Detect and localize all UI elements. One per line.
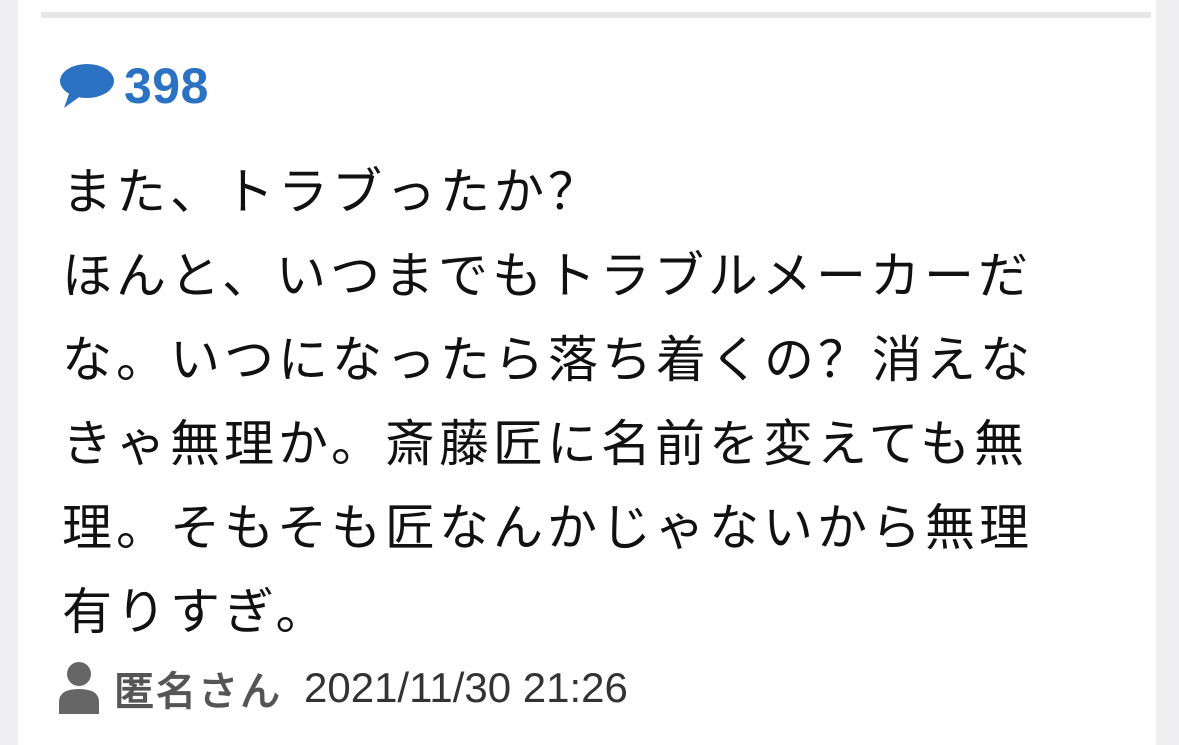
speech-bubble-icon (58, 61, 116, 111)
comment-line: な。いつになったら落ち着くの？消えな (62, 331, 1034, 389)
comment-line: ほんと、いつまでもトラブルメーカーだ (62, 247, 1032, 305)
comment-line: 理。そもそも匠なんかじゃないから無理 (62, 499, 1033, 557)
comment-meta: 匿名さん 2021/11/30 21:26 (56, 658, 628, 718)
top-divider (41, 12, 1151, 18)
comment-line: また、トラブったか？ (62, 163, 602, 221)
comment-number[interactable]: 398 (58, 56, 209, 116)
person-icon (56, 660, 102, 716)
comment-line: 有りすぎ。 (62, 583, 330, 641)
comment-count[interactable]: 398 (124, 56, 209, 116)
comment-card: 398 また、トラブったか？ ほんと、いつまでもトラブルメーカーだ な。いつにな… (18, 0, 1156, 745)
comment-line: きゃ無理か。斎藤匠に名前を変えても無 (62, 415, 1028, 473)
author-name: 匿名さん (114, 669, 282, 715)
comment-body: また、トラブったか？ ほんと、いつまでもトラブルメーカーだ な。いつになったら落… (62, 150, 1132, 654)
timestamp: 2021/11/30 21:26 (304, 664, 628, 711)
